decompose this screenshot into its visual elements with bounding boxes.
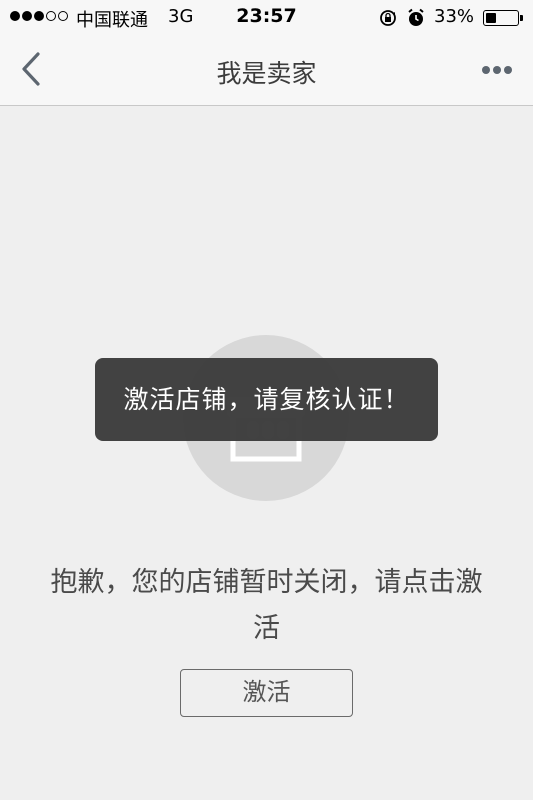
closed-store-message: 抱歉，您的店铺暂时关闭，请点击激活 bbox=[50, 567, 483, 644]
battery-tip bbox=[520, 15, 523, 21]
activate-button[interactable]: 激活 bbox=[180, 669, 353, 717]
battery-icon bbox=[483, 10, 519, 26]
toast-message: 激活店铺，请复核认证！ bbox=[95, 358, 438, 441]
nav-bar: 我是卖家 bbox=[0, 36, 533, 106]
ellipsis-icon bbox=[482, 66, 512, 74]
page-title: 我是卖家 bbox=[216, 59, 317, 88]
more-button[interactable] bbox=[474, 56, 520, 84]
rotation-lock-icon bbox=[380, 10, 396, 26]
status-bar: 中国联通 3G 23:57 33% bbox=[0, 0, 533, 36]
battery-fill bbox=[486, 13, 496, 23]
battery-percent: 33% bbox=[434, 6, 475, 27]
alarm-icon bbox=[408, 8, 424, 26]
screen: 中国联通 3G 23:57 33% 我是卖家 激活店铺，请复核认证！ 抱歉，您的… bbox=[0, 0, 533, 800]
